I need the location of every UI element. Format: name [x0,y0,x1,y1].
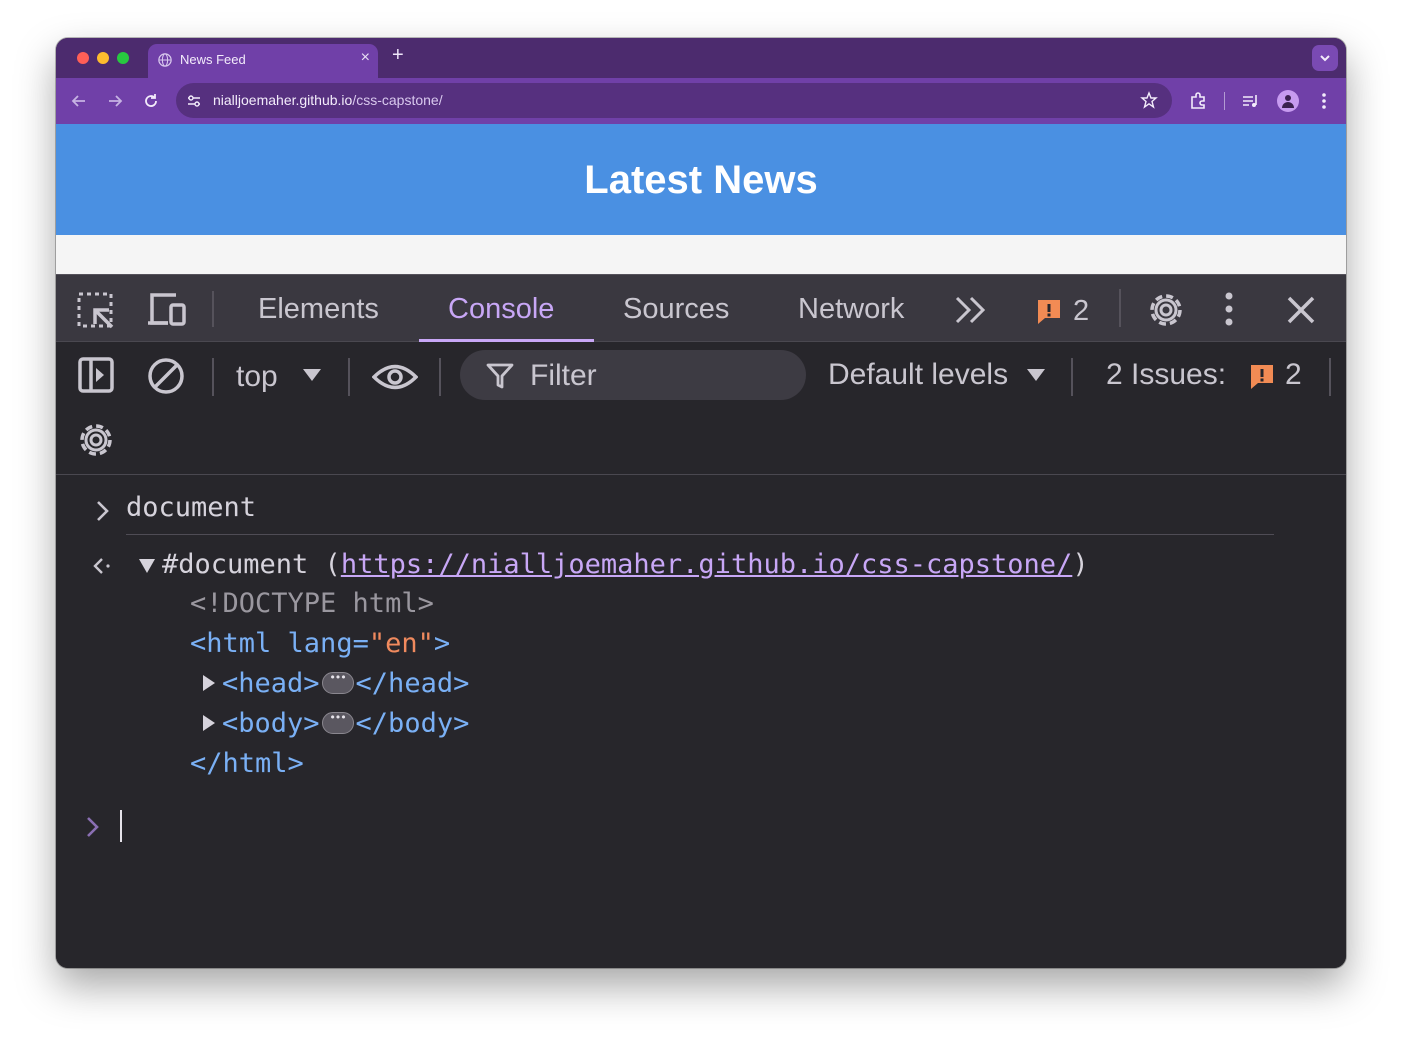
page-viewport: Latest News [56,124,1346,274]
tab-news-feed[interactable]: News Feed × [148,44,378,78]
console-toolbar: top Filter Default levels 2 Issues: 2 [56,342,1346,475]
back-arrow-icon[interactable] [68,90,90,112]
log-levels-dropdown[interactable]: Default levels [828,358,1008,392]
browser-menu-icon[interactable] [1313,90,1335,112]
tab-console[interactable]: Console [448,293,554,326]
toolbar-divider [348,358,350,396]
filter-funnel-icon [486,363,514,389]
issues-label[interactable]: 2 Issues: [1106,358,1226,392]
toolbar-divider [212,358,214,396]
toolbar-divider [1329,358,1331,396]
result-url-link[interactable]: https://nialljoemaher.github.io/css-caps… [341,549,1073,580]
settings-gear-icon[interactable] [1146,290,1186,330]
tab-elements[interactable]: Elements [258,293,379,326]
extensions-icon[interactable] [1187,90,1209,112]
collapsed-ellipsis-icon[interactable] [321,671,354,694]
doctype-node[interactable]: <!DOCTYPE html> [190,588,434,619]
zoom-window-button[interactable] [117,52,129,64]
html-attr-name: lang= [287,628,369,659]
reload-icon[interactable] [140,90,162,112]
input-prompt-chevron-icon [97,501,109,521]
console-output: document #document (https://nialljoemahe… [56,474,1346,968]
warning-icon[interactable] [1035,297,1063,325]
url-host: nialljoemaher.github.io [213,92,353,108]
dropdown-arrow-icon[interactable] [302,368,322,382]
html-close-node[interactable]: </html> [190,748,304,779]
tab-close-icon[interactable]: × [361,49,370,67]
tab-search-button[interactable] [1312,45,1338,71]
console-command: document [126,492,257,523]
body-close-tag: </body> [355,708,470,739]
new-tab-button[interactable]: + [392,44,404,67]
bookmark-star-icon[interactable] [1140,91,1158,109]
expand-triangle-icon[interactable] [202,674,216,692]
html-open-node[interactable]: <html lang="en"> [190,628,450,659]
head-open-tag: <head> [222,668,320,699]
incognito-icon [1282,95,1294,108]
console-settings-gear-icon[interactable] [76,420,116,460]
body-node[interactable]: <body> </body> [222,708,469,739]
issue-badge-count[interactable]: 2 [1073,295,1089,328]
tab-strip: News Feed × + [56,38,1346,78]
toolbar-divider [1224,92,1225,110]
globe-icon [158,53,172,67]
dropdown-arrow-icon[interactable] [1026,368,1046,382]
address-bar[interactable]: nialljoemaher.github.io/css-capstone/ [176,83,1172,118]
toolbar-divider [1071,358,1073,396]
context-selector[interactable]: top [236,360,278,394]
html-open-close: > [433,628,451,659]
warning-icon[interactable] [1248,362,1276,390]
site-settings-icon[interactable] [186,93,202,109]
body-open-tag: <body> [222,708,320,739]
clear-console-icon[interactable] [146,356,186,396]
url-text: nialljoemaher.github.io/css-capstone/ [213,92,443,108]
browser-window: News Feed × + nialljoemaher.github.io/cs… [56,38,1346,968]
url-path: /css-capstone/ [352,92,443,108]
devtools-panel: Elements Console Sources Network 2 top F… [56,274,1346,968]
news-header: Latest News [56,124,1346,235]
inspect-element-icon[interactable] [76,291,116,329]
page-heading: Latest News [584,158,818,202]
console-message-divider [126,534,1274,535]
browser-toolbar: nialljoemaher.github.io/css-capstone/ [56,78,1346,124]
html-attr-value: "en" [368,628,434,659]
issues-count[interactable]: 2 [1285,358,1302,392]
head-node[interactable]: <head> </head> [222,668,469,699]
tab-sources[interactable]: Sources [623,293,729,326]
devtools-tab-bar: Elements Console Sources Network 2 [56,274,1346,342]
device-toolbar-icon[interactable] [146,291,188,327]
devtools-menu-icon[interactable] [1222,291,1236,327]
head-close-tag: </head> [355,668,470,699]
expand-triangle-icon[interactable] [202,714,216,732]
html-open-tag: <html [190,628,272,659]
collapsed-ellipsis-icon[interactable] [321,711,354,734]
forward-arrow-icon[interactable] [104,90,126,112]
console-prompt-chevron-icon [87,817,99,837]
result-arrow-icon [93,558,110,574]
devtools-divider [1119,289,1121,327]
chevron-down-icon [1320,55,1330,62]
live-expression-eye-icon[interactable] [372,362,418,392]
profile-avatar[interactable] [1277,90,1299,112]
toolbar-divider [439,358,441,396]
result-suffix: ) [1072,549,1089,580]
expand-triangle-icon[interactable] [138,558,156,574]
console-input-caret[interactable] [120,810,122,842]
media-controls-icon[interactable] [1240,90,1262,112]
more-tabs-icon[interactable] [954,295,988,325]
result-prefix: #document ( [162,549,341,580]
close-window-button[interactable] [77,52,89,64]
console-filter-input[interactable]: Filter [460,350,806,400]
console-result-line[interactable]: #document (https://nialljoemaher.github.… [162,549,1089,580]
filter-placeholder: Filter [530,359,597,392]
minimize-window-button[interactable] [97,52,109,64]
close-icon[interactable] [1286,295,1316,325]
sidebar-toggle-icon[interactable] [77,356,115,394]
tab-network[interactable]: Network [798,293,904,326]
devtools-divider [212,291,214,327]
tab-title: News Feed [180,52,246,67]
